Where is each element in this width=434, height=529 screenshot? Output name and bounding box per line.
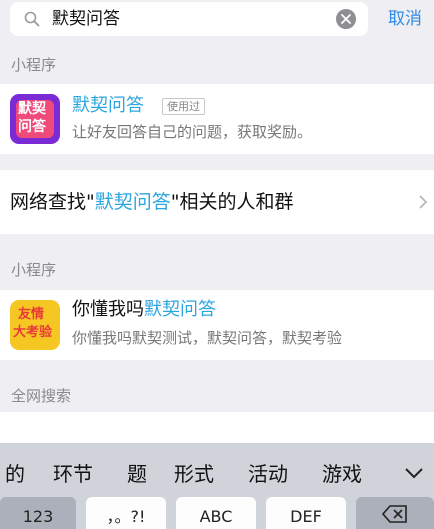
title-highlight: 默契问答: [144, 299, 216, 320]
clear-icon[interactable]: [336, 9, 356, 29]
key-abc[interactable]: ABC: [176, 497, 256, 529]
chevron-down-icon[interactable]: [402, 463, 426, 483]
search-input[interactable]: 默契问答: [10, 2, 368, 36]
candidate-1[interactable]: 环节: [53, 461, 93, 487]
candidate-5[interactable]: 游戏: [322, 461, 362, 487]
icon2-text-bottom: 大考验: [13, 325, 53, 340]
icon2-text-top: 友情: [18, 307, 45, 322]
candidate-0[interactable]: 的: [5, 461, 25, 487]
app-icon-moqi: 默契 问答: [10, 94, 60, 144]
result-title: 默契问答: [72, 95, 144, 116]
cancel-button[interactable]: 取消: [388, 8, 422, 30]
candidate-4[interactable]: 活动: [248, 461, 288, 487]
section-label-web-search: 全网搜索: [11, 387, 72, 405]
used-badge: 使用过: [162, 98, 205, 115]
network-suffix: "相关的人和群: [170, 191, 294, 213]
key-123[interactable]: 123: [0, 497, 76, 529]
search-icon: [24, 11, 40, 27]
candidate-3[interactable]: 形式: [174, 461, 214, 487]
section-label-mini-program-2: 小程序: [11, 261, 57, 279]
backspace-key[interactable]: [356, 497, 434, 529]
chevron-right-icon: [419, 195, 428, 209]
app-icon-youqing: 友情 大考验: [10, 300, 60, 350]
result-title-2: 你懂我吗默契问答: [72, 298, 216, 322]
mini-program-result-2[interactable]: 友情 大考验 你懂我吗默契问答 你懂我吗默契测试，默契问答，默契考验: [0, 290, 434, 360]
search-query: 默契问答: [52, 9, 120, 29]
web-search-panel: [0, 412, 434, 443]
candidate-2[interactable]: 题: [127, 461, 147, 487]
icon-text-bottom: 问答: [18, 119, 46, 135]
result-description: 让好友回答自己的问题，获取奖励。: [72, 123, 313, 141]
icon-text-top: 默契: [18, 101, 46, 117]
title-prefix: 你懂我吗: [72, 299, 144, 320]
section-label-mini-program: 小程序: [11, 56, 57, 74]
result-description-2: 你懂我吗默契测试，默契问答，默契考验: [72, 329, 343, 347]
network-prefix: 网络查找": [10, 191, 95, 213]
ime-keyboard: 的 环节 题 形式 活动 游戏 123 ，。?! ABC DEF: [0, 443, 434, 529]
search-bar: 默契问答 取消: [0, 0, 434, 40]
network-search-row[interactable]: 网络查找"默契问答"相关的人和群: [0, 170, 434, 234]
backspace-icon: [381, 505, 407, 523]
mini-program-result-1[interactable]: 默契 问答 默契问答 使用过 让好友回答自己的问题，获取奖励。: [0, 84, 434, 154]
network-search-text: 网络查找"默契问答"相关的人和群: [10, 190, 294, 214]
key-def[interactable]: DEF: [266, 497, 346, 529]
network-highlight: 默契问答: [94, 191, 171, 213]
key-punctuation[interactable]: ，。?!: [86, 497, 166, 529]
